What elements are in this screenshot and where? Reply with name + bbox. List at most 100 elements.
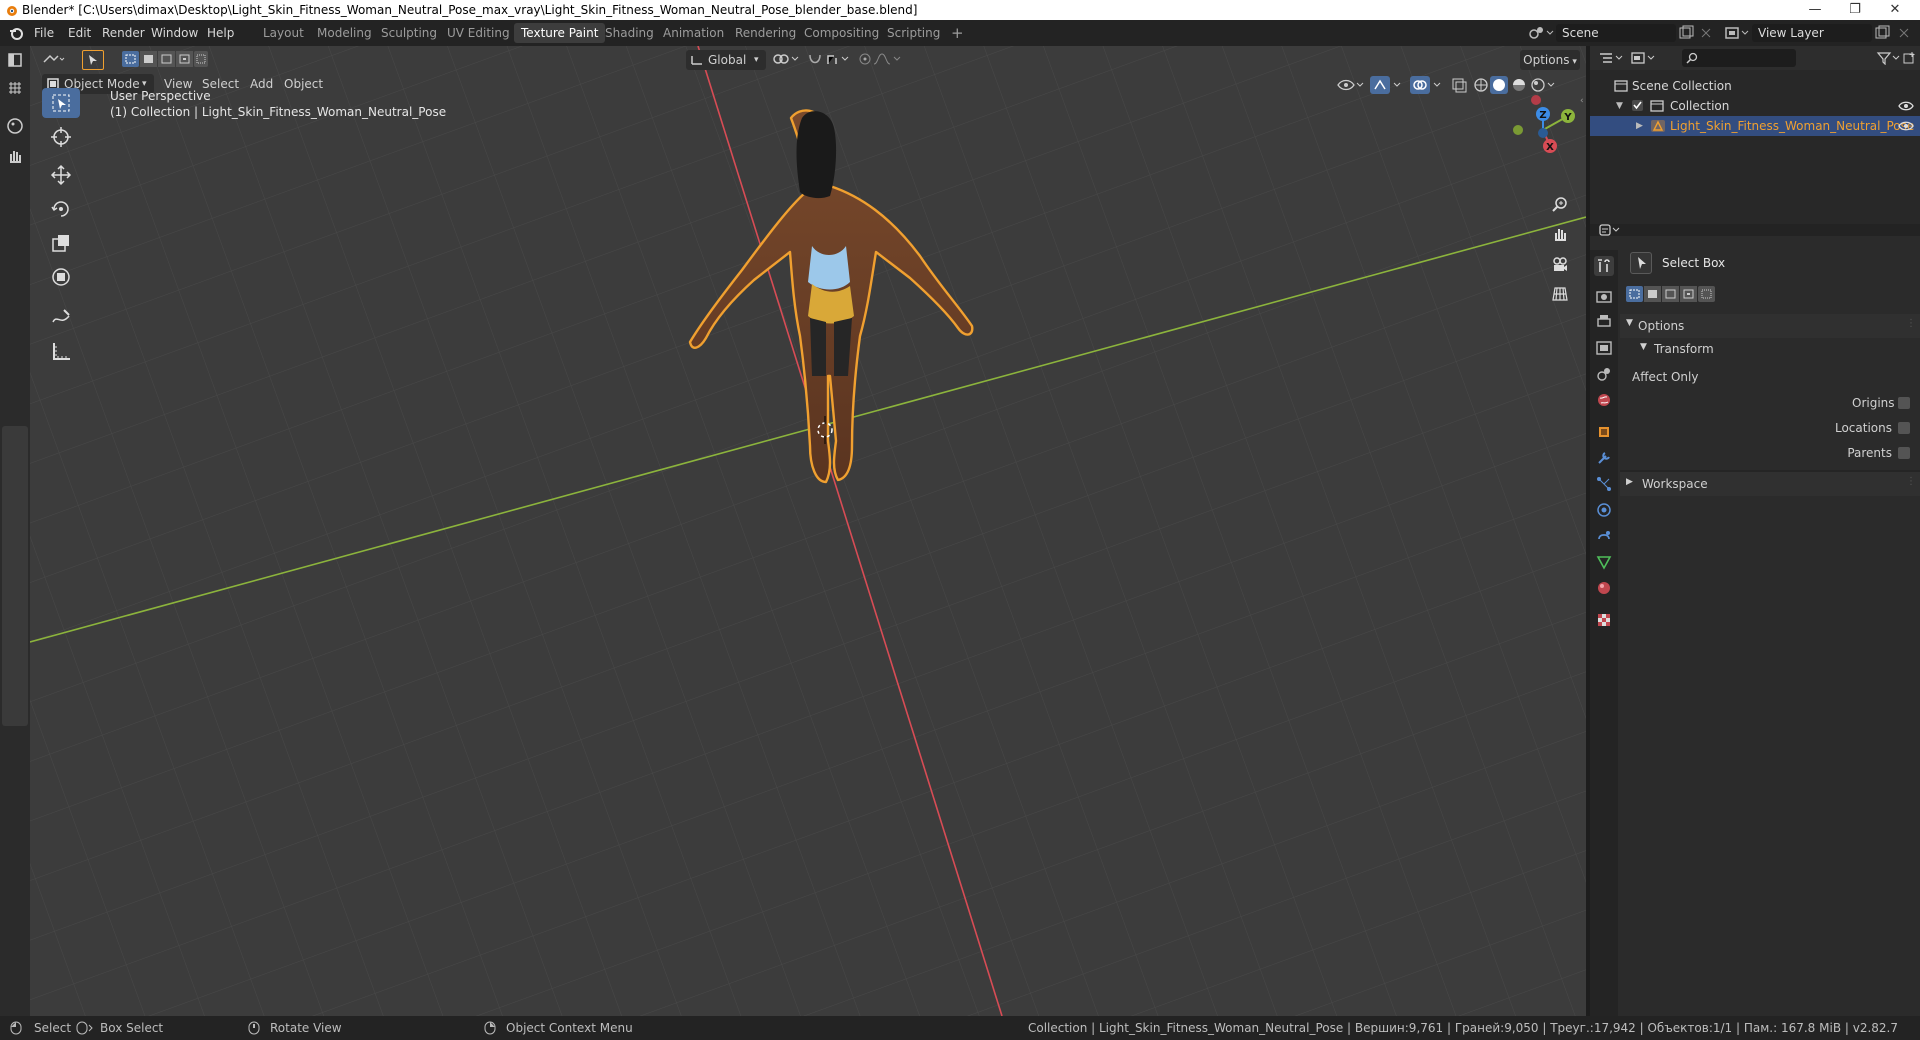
new-collection-icon[interactable] xyxy=(1902,51,1916,65)
gizmo-toggle-icon[interactable] xyxy=(1370,76,1404,94)
perspective-toggle-button[interactable] xyxy=(1548,282,1572,306)
menu-render[interactable]: Render xyxy=(102,26,145,40)
camera-view-button[interactable] xyxy=(1548,252,1572,276)
tab-layout[interactable]: Layout xyxy=(256,23,311,43)
overlays-toggle-icon[interactable] xyxy=(1410,76,1444,94)
scene-new-remove-icons[interactable] xyxy=(1678,25,1714,41)
options-dropdown[interactable]: Options ▾ xyxy=(1520,50,1580,70)
eye-icon[interactable] xyxy=(1898,101,1914,111)
pan-button[interactable] xyxy=(1548,222,1572,246)
tool-settings-icon[interactable] xyxy=(42,52,66,66)
transform-panel-header[interactable]: ▼ Transform xyxy=(1620,338,1920,360)
rotate-tool[interactable] xyxy=(42,194,80,224)
view-layer-field[interactable]: View Layer xyxy=(1752,24,1872,42)
viewport-canvas[interactable] xyxy=(30,46,1586,1016)
tab-data-properties[interactable] xyxy=(1594,552,1614,572)
tab-texture-properties[interactable] xyxy=(1594,610,1614,630)
collection-checkbox[interactable] xyxy=(1632,100,1643,111)
tab-scripting[interactable]: Scripting xyxy=(880,23,947,43)
measure-tool[interactable] xyxy=(42,336,80,366)
chevron-right-icon[interactable]: ▶ xyxy=(1636,116,1643,136)
outliner-editor-icon[interactable] xyxy=(1598,51,1624,65)
menu-object[interactable]: Object xyxy=(284,74,323,94)
palette-icon[interactable] xyxy=(5,116,25,136)
transform-orientation-selector[interactable]: Global ▾ xyxy=(686,50,766,70)
snapping-icon[interactable] xyxy=(808,52,852,66)
active-tool-button[interactable] xyxy=(82,50,104,70)
xray-toggle-icon[interactable] xyxy=(1450,76,1470,94)
tool-mode-buttons[interactable] xyxy=(1626,286,1716,302)
parents-checkbox[interactable] xyxy=(1898,447,1910,459)
3d-viewport[interactable]: Object Mode ▾ View Select Add Object Glo… xyxy=(30,46,1586,1016)
annotate-tool[interactable] xyxy=(42,302,80,332)
tab-uv-editing[interactable]: UV Editing xyxy=(440,23,517,43)
minimize-button[interactable]: — xyxy=(1800,0,1830,20)
menu-add[interactable]: Add xyxy=(250,74,273,94)
zoom-button[interactable] xyxy=(1548,192,1572,216)
maximize-button[interactable]: ❐ xyxy=(1840,0,1870,20)
tab-modeling[interactable]: Modeling xyxy=(310,23,379,43)
display-mode-icon[interactable] xyxy=(1630,51,1656,65)
wrench-icon xyxy=(1598,452,1610,464)
scene-icon[interactable] xyxy=(1528,25,1554,41)
tab-constraint-properties[interactable] xyxy=(1594,526,1614,546)
transform-tool[interactable] xyxy=(42,262,80,292)
tab-shading[interactable]: Shading xyxy=(598,23,661,43)
scale-tool[interactable] xyxy=(42,228,80,258)
tab-modifier-properties[interactable] xyxy=(1594,448,1614,468)
outliner-row-object[interactable]: ▶ Light_Skin_Fitness_Woman_Neutral_Pose xyxy=(1590,116,1920,136)
pivot-point-icon[interactable] xyxy=(772,52,802,66)
eye-icon[interactable] xyxy=(1898,121,1914,131)
tab-sculpting[interactable]: Sculpting xyxy=(374,23,444,43)
tab-tool-properties[interactable] xyxy=(1594,256,1614,276)
visibility-dropdown-icon[interactable] xyxy=(1336,78,1364,92)
menu-edit[interactable]: Edit xyxy=(68,26,91,40)
tab-view-layer-properties[interactable] xyxy=(1594,338,1614,358)
locations-checkbox[interactable] xyxy=(1898,422,1910,434)
properties-editor-icon[interactable] xyxy=(1598,224,1622,238)
close-button[interactable]: ✕ xyxy=(1880,0,1910,20)
add-workspace-button[interactable]: + xyxy=(944,23,971,43)
outliner-search-input[interactable] xyxy=(1682,49,1796,67)
tab-physics-properties[interactable] xyxy=(1594,500,1614,520)
tab-texture-paint[interactable]: Texture Paint xyxy=(514,23,606,43)
view-layer-icon[interactable] xyxy=(1724,25,1750,41)
tab-render-properties[interactable] xyxy=(1594,286,1614,306)
selection-mode-buttons[interactable] xyxy=(122,51,208,67)
cursor-tool[interactable] xyxy=(42,122,80,152)
tab-material-properties[interactable] xyxy=(1594,578,1614,598)
move-tool[interactable] xyxy=(42,160,80,190)
tab-object-properties[interactable] xyxy=(1594,422,1614,442)
view-layer-new-remove-icons[interactable] xyxy=(1874,25,1914,41)
menu-window[interactable]: Window xyxy=(151,26,198,40)
tab-rendering[interactable]: Rendering xyxy=(728,23,803,43)
outliner-row-scene-collection[interactable]: Scene Collection xyxy=(1590,76,1920,96)
tab-compositing[interactable]: Compositing xyxy=(797,23,886,43)
scene-field[interactable]: Scene xyxy=(1556,24,1676,42)
tab-world-properties[interactable] xyxy=(1594,390,1614,410)
menu-file[interactable]: File xyxy=(34,26,54,40)
sidebar-toggle-icon[interactable]: ‹ xyxy=(1580,96,1584,106)
workspace-panel-header[interactable]: ▶ Workspace ⋮⋮ xyxy=(1620,472,1920,496)
proportional-editing-icon[interactable] xyxy=(858,52,902,66)
navigation-gizmo[interactable]: Z Y X xyxy=(1496,88,1582,174)
tab-scene-properties[interactable] xyxy=(1594,364,1614,384)
editor-type-icon[interactable] xyxy=(7,52,23,68)
drag-handle-icon[interactable]: ⋮⋮ xyxy=(1906,318,1920,329)
tab-output-properties[interactable] xyxy=(1594,312,1614,332)
tab-particle-properties[interactable] xyxy=(1594,474,1614,494)
drag-handle-icon[interactable]: ⋮⋮ xyxy=(1906,476,1920,487)
side-scroll-region[interactable] xyxy=(2,426,28,726)
blender-menu-icon[interactable] xyxy=(8,25,24,41)
filter-icon[interactable] xyxy=(1876,51,1902,65)
options-panel-header[interactable]: ▼ Options ⋮⋮ xyxy=(1620,314,1920,338)
tab-animation[interactable]: Animation xyxy=(656,23,731,43)
menu-help[interactable]: Help xyxy=(207,26,234,40)
origins-label: Origins xyxy=(1852,396,1895,410)
select-box-tool[interactable] xyxy=(42,88,80,118)
hand-tool-icon[interactable] xyxy=(5,146,25,166)
origins-checkbox[interactable] xyxy=(1898,397,1910,409)
outliner-row-collection[interactable]: ▼ Collection xyxy=(1590,96,1920,116)
chevron-down-icon[interactable]: ▼ xyxy=(1616,96,1623,116)
texture-grid-icon[interactable] xyxy=(7,80,23,96)
